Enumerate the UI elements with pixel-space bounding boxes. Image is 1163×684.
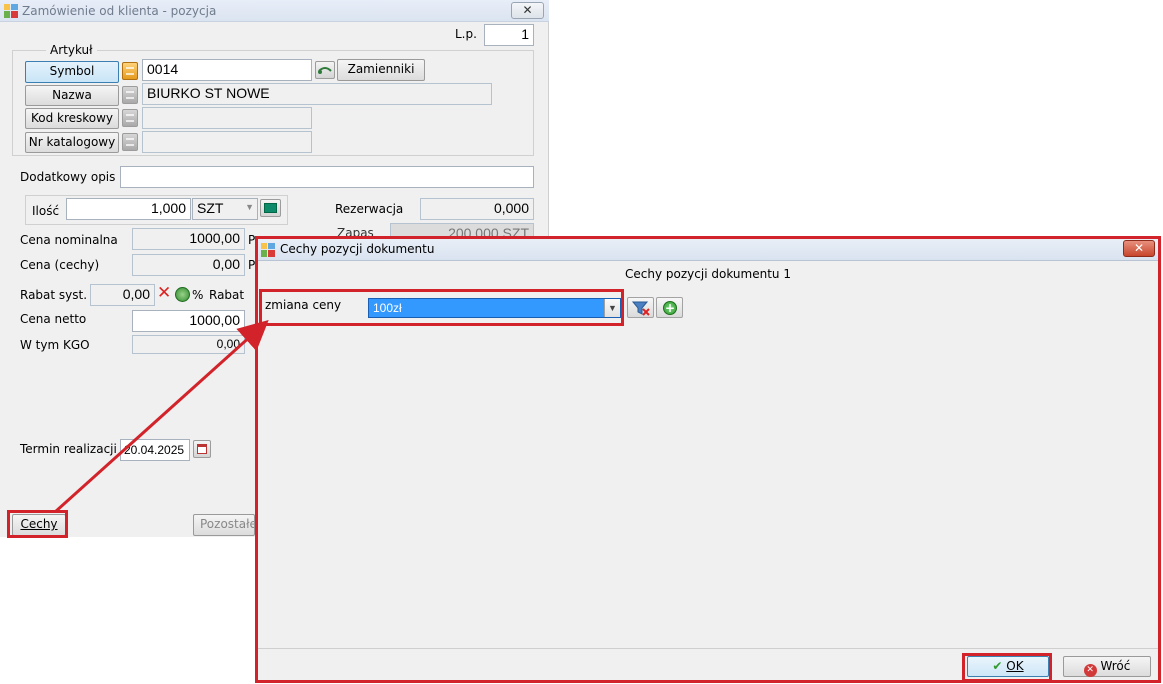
cena-netto-label: Cena netto xyxy=(20,312,87,326)
unit-value: SZT xyxy=(197,200,224,216)
nr-katalogowy-button[interactable]: Nr katalogowy xyxy=(25,132,119,153)
calculator-icon[interactable] xyxy=(260,199,281,217)
order-item-titlebar: Zamówienie od klienta - pozycja ✕ xyxy=(0,0,549,22)
ilosc-field[interactable]: 1,000 xyxy=(66,198,191,220)
link-icon[interactable] xyxy=(315,61,335,79)
nrkat-list-icon[interactable] xyxy=(122,133,138,151)
artykul-group-label: Artykuł xyxy=(46,43,97,57)
calendar-icon[interactable] xyxy=(193,440,211,458)
dodatkowy-opis-label: Dodatkowy opis xyxy=(20,170,116,184)
termin-realizacji-field[interactable]: 20.04.2025 xyxy=(120,439,190,461)
rabat-syst-label: Rabat syst. xyxy=(20,288,88,302)
rezerwacja-field: 0,000 xyxy=(420,198,534,220)
symbol-list-icon[interactable] xyxy=(122,62,138,80)
kod-kreskowy-button[interactable]: Kod kreskowy xyxy=(25,108,119,129)
annotation-ok-button xyxy=(962,653,1052,682)
cena-nominalna-field: 1000,00 xyxy=(132,228,245,250)
annotation-feature-row xyxy=(259,289,624,326)
kgo-field: 0,00 xyxy=(132,335,245,354)
cena-nominalna-label: Cena nominalna xyxy=(20,233,118,247)
annotation-cechy-button xyxy=(7,510,68,538)
nr-katalogowy-field[interactable] xyxy=(142,131,312,153)
rabat-syst-field: 0,00 xyxy=(90,284,155,306)
lp-label: L.p. xyxy=(455,27,477,41)
app-icon xyxy=(4,4,18,18)
cena-cechy-field: 0,00 xyxy=(132,254,245,276)
rezerwacja-label: Rezerwacja xyxy=(335,202,404,216)
nazwa-button[interactable]: Nazwa xyxy=(25,85,119,106)
kod-kreskowy-field[interactable] xyxy=(142,107,312,129)
kgo-label: W tym KGO xyxy=(20,338,90,352)
percent-label: % xyxy=(192,288,204,302)
nazwa-field[interactable]: BIURKO ST NOWE xyxy=(142,83,492,105)
order-item-title: Zamówienie od klienta - pozycja xyxy=(22,4,217,18)
kod-list-icon[interactable] xyxy=(122,109,138,127)
pozostale-button[interactable]: Pozostałe xyxy=(193,514,255,536)
symbol-field[interactable]: 0014 xyxy=(142,59,312,81)
symbol-button[interactable]: Symbol xyxy=(25,61,119,83)
termin-realizacji-label: Termin realizacji xyxy=(20,442,117,456)
dodatkowy-opis-field[interactable] xyxy=(120,166,534,188)
rabat-label: Rabat xyxy=(209,288,245,302)
cena-netto-field[interactable]: 1000,00 xyxy=(132,310,245,332)
chevron-down-icon: ▼ xyxy=(245,202,254,212)
lp-field[interactable]: 1 xyxy=(484,24,534,46)
clear-icon[interactable]: ✕ xyxy=(157,285,173,302)
unit-select[interactable]: SZT ▼ xyxy=(192,198,258,220)
ilosc-label: Ilość xyxy=(32,204,60,218)
refresh-icon[interactable] xyxy=(175,287,190,302)
nazwa-list-icon[interactable] xyxy=(122,86,138,104)
order-item-close-button[interactable]: ✕ xyxy=(511,2,544,19)
cena-cechy-label: Cena (cechy) xyxy=(20,258,100,272)
zamienniki-button[interactable]: Zamienniki xyxy=(337,59,425,81)
